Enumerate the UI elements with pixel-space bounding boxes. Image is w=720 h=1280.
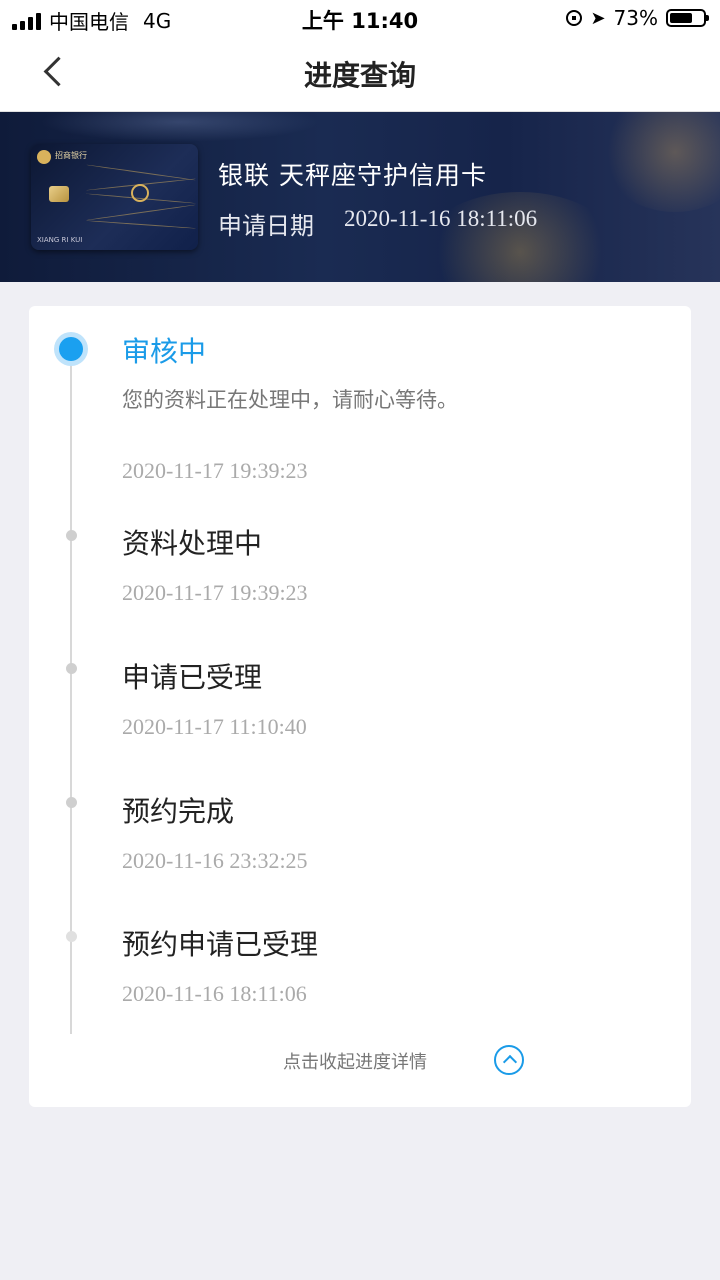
collapse-details-label[interactable]: 点击收起进度详情 (283, 1048, 427, 1074)
step-time: 2020-11-17 11:10:40 (122, 714, 307, 739)
progress-step: 资料处理中 2020-11-17 19:39:23 (122, 522, 308, 606)
card-banner: 招商银行 XIANG RI KUI 银联 天秤座守护信用卡 申请日期 2020-… (0, 112, 720, 282)
step-title: 资料处理中 (122, 527, 263, 560)
progress-panel: 审核中 您的资料正在处理中，请耐心等待。 2020-11-17 19:39:23… (29, 306, 691, 1107)
card-chip-icon (49, 186, 69, 202)
step-title: 申请已受理 (122, 661, 263, 694)
apply-date-value: 2020-11-16 18:11:06 (344, 206, 538, 231)
credit-card-image: 招商银行 XIANG RI KUI (31, 144, 198, 250)
timeline-dot-icon (66, 931, 77, 942)
step-title: 预约申请已受理 (122, 928, 319, 961)
timeline-dot-icon (66, 530, 77, 541)
progress-step: 审核中 您的资料正在处理中，请耐心等待。 2020-11-17 19:39:23 (122, 330, 458, 484)
card-product-name: 银联 天秤座守护信用卡 (218, 161, 487, 190)
status-bar: 中国电信 4G 上午 11:40 ➤ 73% (0, 0, 720, 36)
step-description: 您的资料正在处理中，请耐心等待。 (122, 388, 458, 412)
bank-logo-icon (37, 150, 51, 164)
step-time: 2020-11-17 19:39:23 (122, 458, 308, 483)
orientation-lock-icon (566, 10, 583, 26)
step-title: 预约完成 (122, 795, 235, 828)
progress-step: 申请已受理 2020-11-17 11:10:40 (122, 656, 307, 740)
current-status-icon (54, 332, 88, 366)
progress-step: 预约申请已受理 2020-11-16 18:11:06 (122, 923, 318, 1007)
step-title: 审核中 (122, 335, 207, 368)
page-title: 进度查询 (303, 59, 416, 92)
libra-emblem-icon (131, 184, 149, 202)
card-holder-name: XIANG RI KUI (37, 236, 83, 244)
chevron-up-circle-icon[interactable] (494, 1045, 524, 1075)
step-time: 2020-11-16 18:11:06 (122, 981, 307, 1006)
battery-icon (666, 9, 709, 27)
progress-step: 预约完成 2020-11-16 23:32:25 (122, 790, 308, 874)
location-icon: ➤ (590, 7, 606, 29)
step-time: 2020-11-17 19:39:23 (122, 580, 308, 605)
apply-date-label: 申请日期 (218, 212, 314, 240)
step-time: 2020-11-16 23:32:25 (122, 848, 308, 873)
apply-date-row: 申请日期 2020-11-16 18:11:06 (218, 206, 537, 241)
collapse-details-row[interactable]: 点击收起进度详情 (29, 1042, 691, 1082)
card-bank-name: 招商银行 (55, 151, 87, 160)
battery-percent: 73% (613, 6, 658, 30)
timeline-dot-icon (66, 663, 77, 674)
navigation-bar: 进度查询 (0, 36, 720, 112)
timeline-dot-icon (66, 797, 77, 808)
